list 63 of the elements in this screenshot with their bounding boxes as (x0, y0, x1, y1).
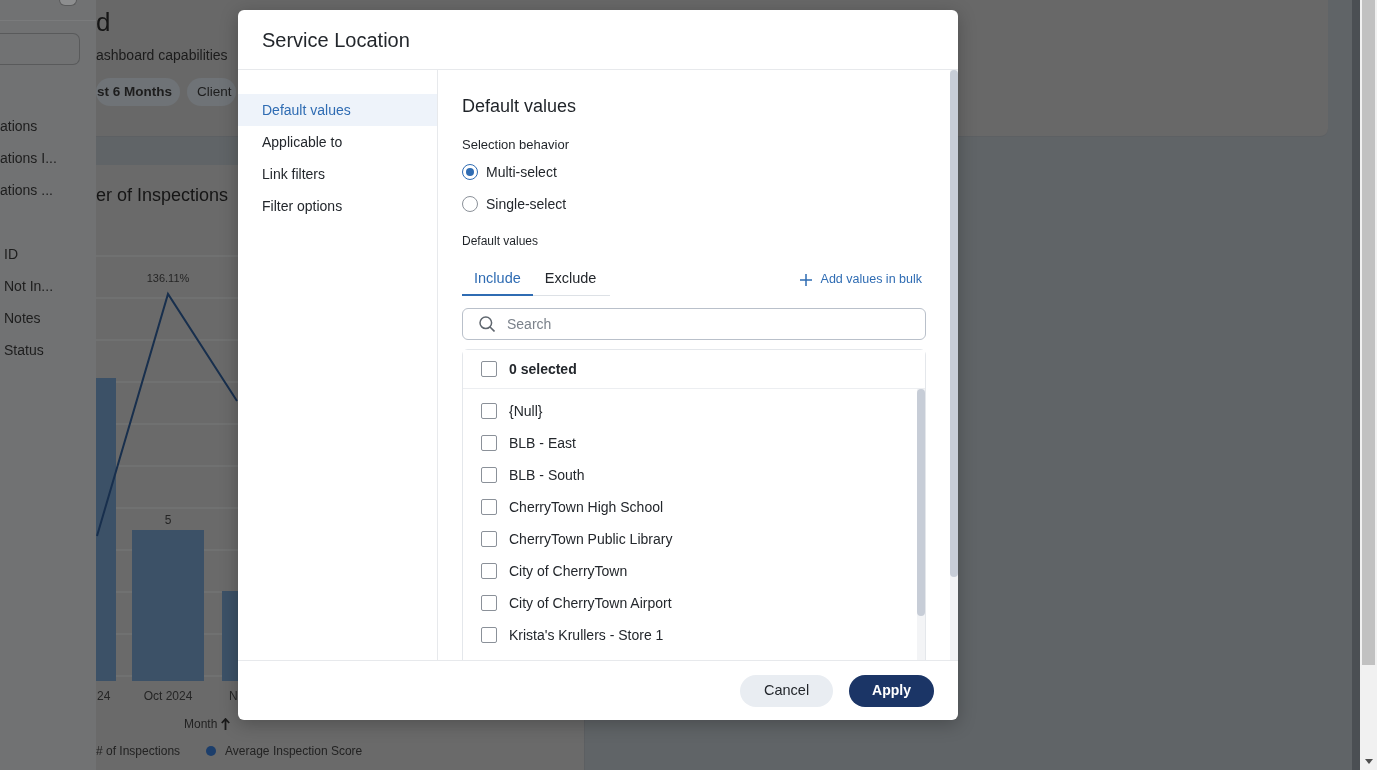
section-title: Default values (462, 95, 577, 118)
add-values-link[interactable]: Add values in bulk (799, 270, 922, 289)
checkbox[interactable] (481, 595, 497, 611)
axis-label: Oct 2024 (143, 689, 193, 703)
field-item[interactable]: ID (4, 238, 96, 270)
radio-button[interactable] (462, 164, 478, 180)
apply-button[interactable]: Apply (849, 674, 934, 707)
checkbox[interactable] (481, 435, 497, 451)
field-item[interactable]: Status (4, 334, 96, 366)
plus-icon (799, 273, 812, 286)
field-item[interactable]: Not In... (4, 270, 96, 302)
data-label: 5 (164, 513, 172, 527)
field-item[interactable]: ations ... (0, 174, 96, 206)
sidebar-item[interactable]: Link filters (238, 158, 437, 190)
list-option[interactable]: CherryTown Public Library (463, 523, 917, 555)
search-field[interactable]: Search (462, 308, 926, 340)
checkbox[interactable] (481, 563, 497, 579)
page-title: d (96, 7, 111, 37)
dialog-title: Service Location (262, 27, 410, 53)
tab[interactable]: Include (462, 263, 533, 296)
select-all-option[interactable]: 0 selected (463, 350, 925, 389)
field-label: Selection behavior (462, 136, 569, 154)
checkbox[interactable] (481, 627, 497, 643)
field-item[interactable]: ations (0, 110, 96, 142)
scrollbar[interactable] (1360, 0, 1377, 770)
field-item[interactable]: Notes (4, 302, 96, 334)
sidebar-item[interactable]: Default values (238, 94, 437, 126)
radio-option[interactable]: Multi-select (462, 156, 557, 188)
field-label: Default values (462, 233, 539, 250)
axis-label: N (229, 689, 238, 703)
tab[interactable]: Exclude (532, 263, 609, 296)
list-option[interactable]: City of CherryTown Airport (463, 587, 917, 619)
search-field[interactable] (0, 33, 80, 65)
list-option[interactable]: Krista's Krullers - Store 1 (463, 619, 917, 651)
list-option[interactable]: {Null} (463, 395, 917, 427)
sidebar-item[interactable]: Applicable to (238, 126, 437, 158)
axis-title: Month (184, 716, 218, 733)
field-item[interactable]: ations I... (0, 142, 96, 174)
list-option[interactable]: BLB - East (463, 427, 917, 459)
data-label: 136.11% (146, 272, 190, 284)
sidebar-item[interactable]: Filter options (238, 190, 437, 222)
search-icon (479, 316, 495, 332)
radio-button[interactable] (462, 196, 478, 212)
checkbox[interactable] (481, 499, 497, 515)
list-option[interactable]: BLB - South (463, 459, 917, 491)
scrollbar-thumb[interactable] (917, 389, 925, 616)
arrow-up-icon[interactable] (221, 718, 231, 730)
filter-chip[interactable]: Client (187, 78, 236, 106)
checkbox[interactable] (481, 361, 497, 377)
checkbox[interactable] (481, 403, 497, 419)
list-option[interactable]: City of CherryTown (463, 555, 917, 587)
radio-option[interactable]: Single-select (462, 188, 567, 220)
checkbox[interactable] (481, 531, 497, 547)
caret-down-icon[interactable] (1364, 759, 1373, 764)
scrollbar[interactable] (917, 389, 925, 660)
chart-title: er of Inspections (96, 184, 229, 207)
filter-chip[interactable]: st 6 Months (96, 78, 180, 106)
scrollbar-thumb[interactable] (1362, 0, 1375, 665)
list-option[interactable]: CherryTown High School (463, 491, 917, 523)
axis-label: 24 (97, 689, 111, 703)
checkbox[interactable] (481, 467, 497, 483)
page-subtitle: ashboard capabilities (96, 46, 228, 65)
cancel-button[interactable]: Cancel (739, 674, 834, 707)
